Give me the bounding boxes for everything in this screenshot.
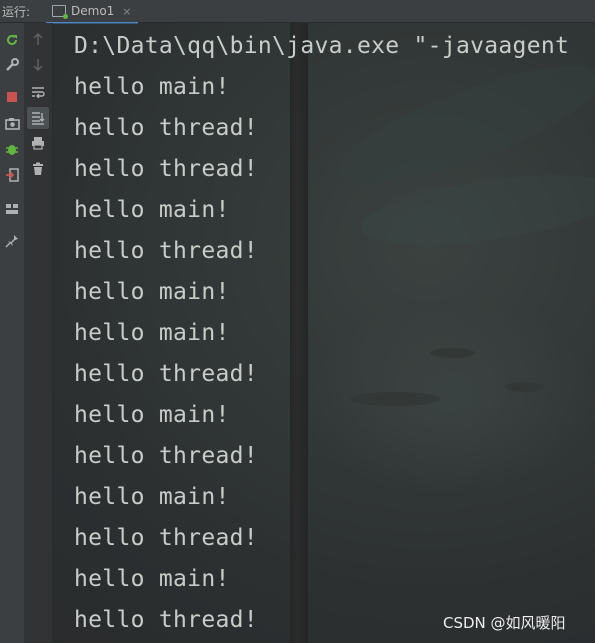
console-line: hello main! xyxy=(74,566,230,592)
run-toolbar-left xyxy=(0,23,24,643)
console-line: D:\Data\qq\bin\java.exe "-javaagent xyxy=(74,33,570,59)
print-icon[interactable] xyxy=(29,134,47,152)
console-line: hello thread! xyxy=(74,115,258,141)
console-line: hello main! xyxy=(74,402,230,428)
console-line: hello main! xyxy=(74,74,230,100)
soft-wrap-icon[interactable] xyxy=(29,83,47,101)
console-line: hello main! xyxy=(74,320,230,346)
pin-icon[interactable] xyxy=(3,232,21,250)
console-line: hello thread! xyxy=(74,607,258,633)
console-line: hello thread! xyxy=(74,238,258,264)
console-line: hello main! xyxy=(74,279,230,305)
wrench-icon[interactable] xyxy=(3,56,21,74)
scroll-to-end-icon[interactable] xyxy=(27,107,49,129)
tab-close-icon[interactable]: × xyxy=(122,5,131,18)
console-line: hello thread! xyxy=(74,156,258,182)
trash-icon[interactable] xyxy=(29,160,47,178)
console-output[interactable]: D:\Data\qq\bin\java.exe "-javaagent hell… xyxy=(53,23,595,643)
run-label: 运行: xyxy=(2,5,31,19)
stop-icon[interactable] xyxy=(3,88,21,106)
exit-icon[interactable] xyxy=(3,166,21,184)
tab-demo1[interactable]: Demo1 × xyxy=(46,0,138,24)
up-arrow-icon[interactable] xyxy=(29,30,47,48)
camera-icon[interactable] xyxy=(3,114,21,132)
run-config-icon xyxy=(52,5,68,19)
layout-icon[interactable] xyxy=(3,200,21,218)
console-line: hello thread! xyxy=(74,443,258,469)
rerun-icon[interactable] xyxy=(3,31,21,49)
console-line: hello main! xyxy=(74,197,230,223)
run-toolbar-right xyxy=(24,23,53,643)
console-line: hello main! xyxy=(74,484,230,510)
tab-label: Demo1 xyxy=(71,4,115,18)
console-line: hello thread! xyxy=(74,361,258,387)
run-tool-window-header: 运行: Demo1 × xyxy=(0,0,595,24)
csdn-watermark: CSDN @如风暖阳 xyxy=(443,614,566,632)
console-line: hello thread! xyxy=(74,525,258,551)
down-arrow-icon[interactable] xyxy=(29,56,47,74)
debug-bug-icon[interactable] xyxy=(3,140,21,158)
